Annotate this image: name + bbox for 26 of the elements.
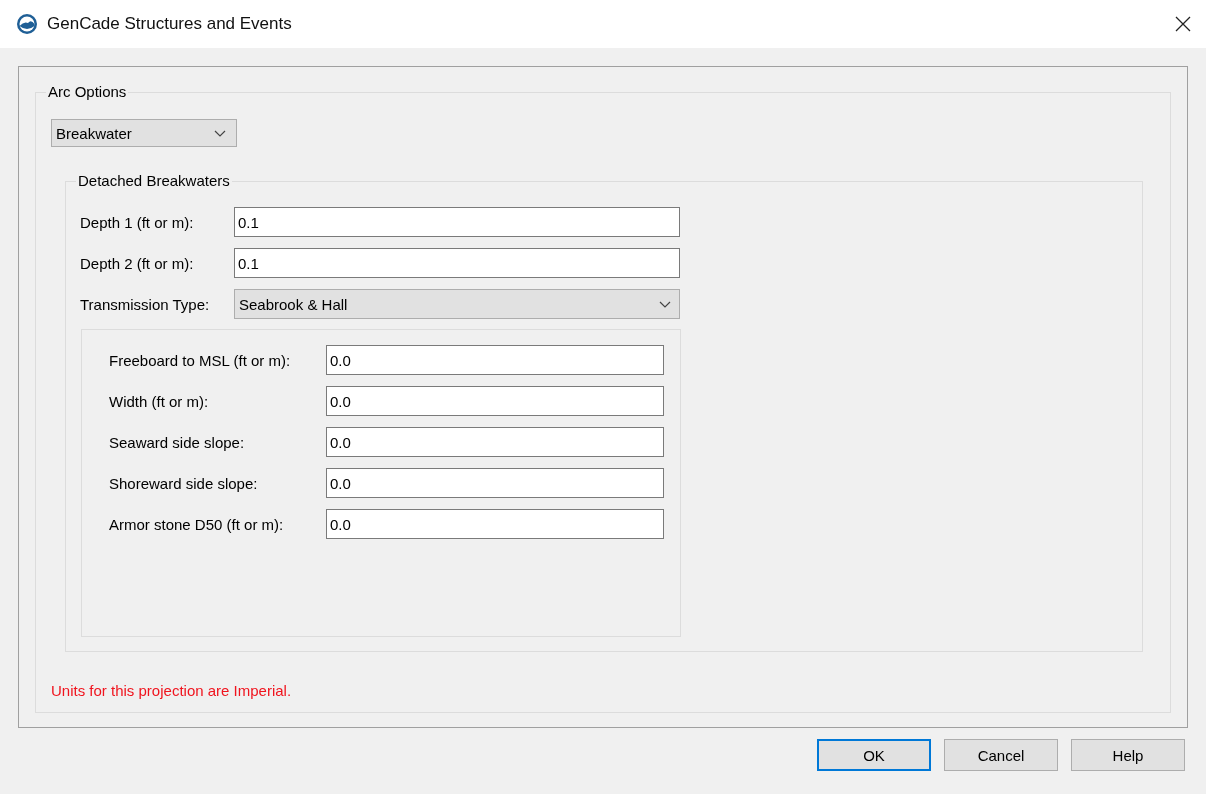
transmission-type-dropdown[interactable]: Seabrook & Hall <box>234 289 680 319</box>
window-title: GenCade Structures and Events <box>47 14 293 34</box>
field-label: Depth 2 (ft or m): <box>80 254 195 272</box>
field-label: Transmission Type: <box>80 295 211 313</box>
field-label: Seaward side slope: <box>109 433 246 451</box>
dialog-button[interactable]: OK <box>817 739 931 771</box>
input-field[interactable]: 0.1 <box>234 248 680 278</box>
dialog-button[interactable]: Cancel <box>944 739 1058 771</box>
input-field[interactable]: 0.0 <box>326 468 664 498</box>
input-field[interactable]: 0.0 <box>326 386 664 416</box>
field-label: Shoreward side slope: <box>109 474 259 492</box>
field-label: Armor stone D50 (ft or m): <box>109 515 285 533</box>
group-label: Arc Options <box>46 83 129 101</box>
input-field[interactable]: 0.0 <box>326 509 664 539</box>
chevron-down-icon <box>659 300 671 308</box>
input-field[interactable]: 0.1 <box>234 207 680 237</box>
units-note: Units for this projection are Imperial. <box>51 682 292 699</box>
field-label: Depth 1 (ft or m): <box>80 213 195 231</box>
field-label: Width (ft or m): <box>109 392 210 410</box>
input-field[interactable]: 0.0 <box>326 345 664 375</box>
dialog-button[interactable]: Help <box>1071 739 1185 771</box>
app-logo-icon <box>16 13 38 35</box>
arc-type-dropdown[interactable]: Breakwater <box>51 119 237 147</box>
field-label: Freeboard to MSL (ft or m): <box>109 351 292 369</box>
input-field[interactable]: 0.0 <box>326 427 664 457</box>
chevron-down-icon <box>214 129 226 137</box>
